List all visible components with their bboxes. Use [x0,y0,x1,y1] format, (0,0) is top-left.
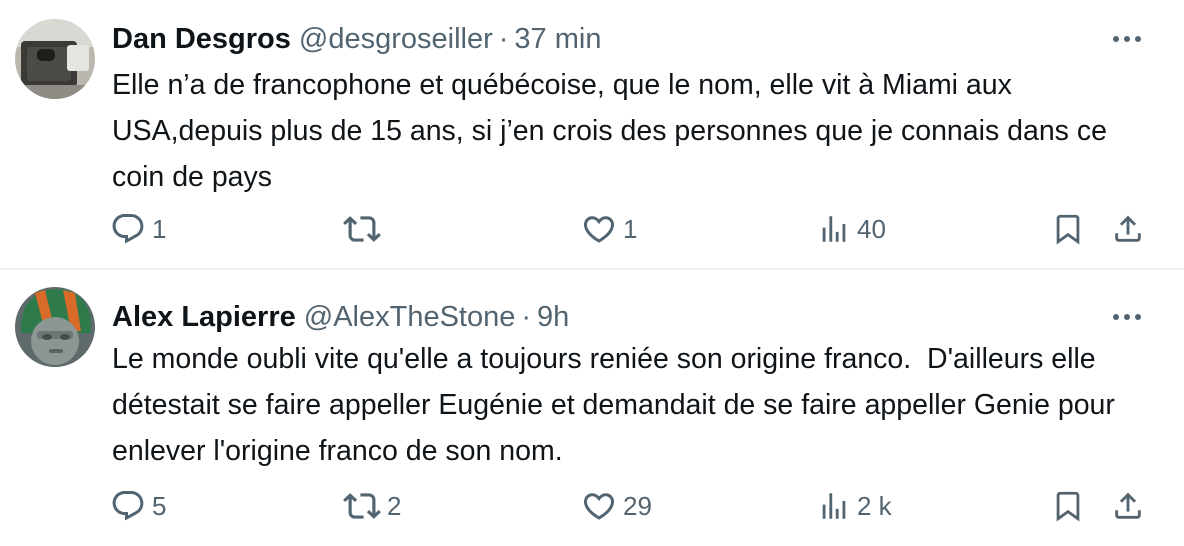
bookmark-icon [1056,214,1080,245]
separator: · [521,300,532,333]
like-button[interactable]: 1 [581,207,637,251]
views-icon [822,216,846,242]
more-icon[interactable] [1110,22,1144,56]
author-name[interactable]: Alex Lapierre [112,301,296,334]
avatar[interactable] [15,19,95,99]
views-count: 2 k [857,490,892,521]
like-count: 29 [623,490,652,521]
action-bar: 1 1 40 [0,207,1184,251]
author-handle[interactable]: @AlexTheStone [304,301,516,334]
like-icon [583,216,615,243]
bookmark-icon [1056,491,1080,522]
views-button[interactable]: 40 [817,207,886,251]
author-handle[interactable]: @desgroseiller [299,23,493,56]
action-bar: 5 2 29 2 k [0,484,1184,528]
views-button[interactable]: 2 k [817,484,892,528]
tweet-text: Elle n’a de francophone et québécoise, q… [112,69,1115,193]
reply-icon [112,214,144,244]
tweet-header: Dan Desgros @desgroseiller · 37 min [112,19,601,59]
reply-button[interactable]: 1 [110,207,166,251]
reply-icon [112,491,144,521]
like-button[interactable]: 29 [581,484,652,528]
share-icon [1115,492,1141,519]
timestamp[interactable]: 9h [537,301,569,334]
like-count: 1 [623,213,638,244]
reply-button[interactable]: 5 [110,484,166,528]
retweet-button[interactable]: 2 [343,484,401,528]
retweet-icon [343,216,381,242]
views-count: 40 [857,213,886,244]
like-icon [583,493,615,520]
tweet[interactable]: Dan Desgros @desgroseiller · 37 min Elle… [0,0,1184,270]
retweet-button[interactable] [343,207,387,251]
reply-count: 1 [152,213,167,244]
reply-count: 5 [152,490,167,521]
bookmark-button[interactable] [1051,207,1085,251]
tweet-header: Alex Lapierre @AlexTheStone · 9h [112,297,569,337]
share-button[interactable] [1111,484,1145,528]
author-name[interactable]: Dan Desgros [112,23,291,56]
timestamp[interactable]: 37 min [514,23,601,56]
tweet[interactable]: Alex Lapierre @AlexTheStone · 9h Le mond… [0,270,1184,546]
retweet-count: 2 [387,490,402,521]
avatar[interactable] [15,287,95,367]
views-icon [822,493,846,519]
separator: · [498,22,509,55]
bookmark-button[interactable] [1051,484,1085,528]
share-icon [1115,215,1141,242]
retweet-icon [343,493,381,519]
tweet-text: Le monde oubli vite qu'elle a toujours r… [112,343,1123,467]
share-button[interactable] [1111,207,1145,251]
more-icon[interactable] [1110,300,1144,334]
